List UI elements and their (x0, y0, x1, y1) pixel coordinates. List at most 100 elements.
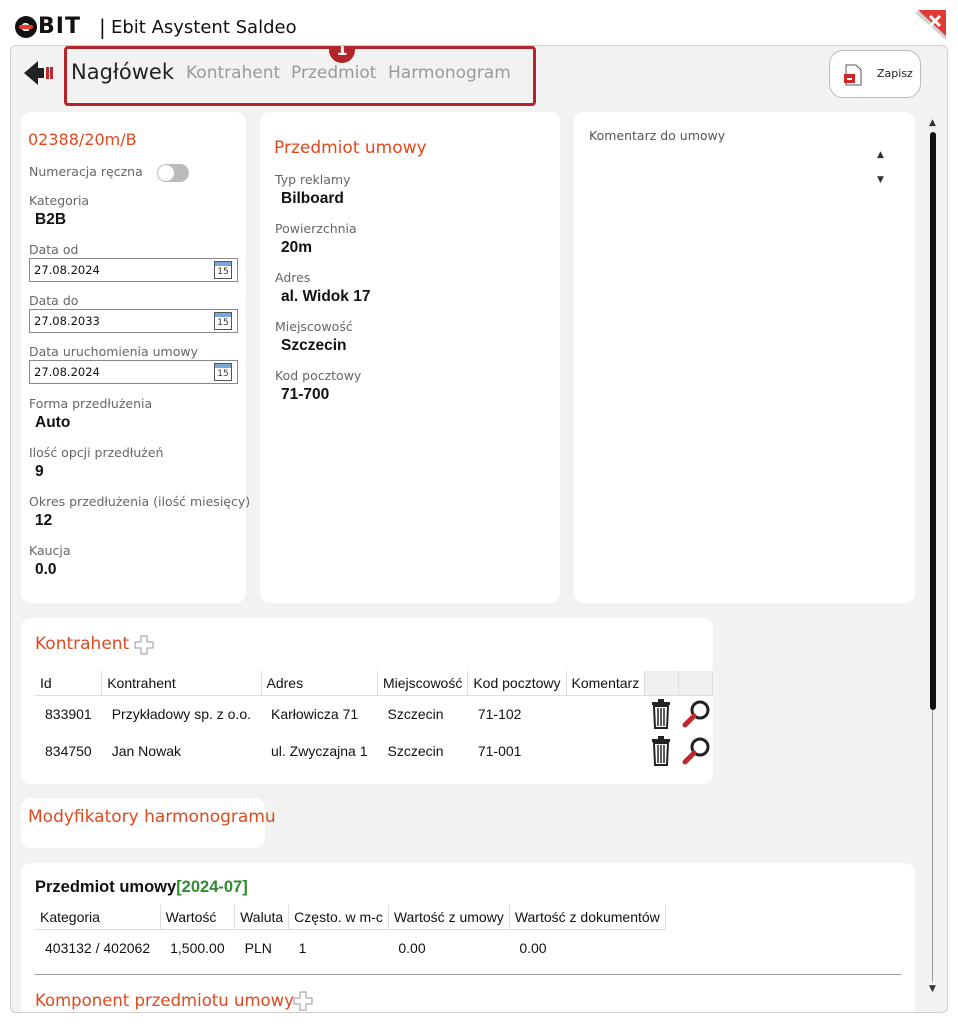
col-comment: Komentarz (566, 671, 646, 696)
table-row[interactable]: 834750 Jan Nowak ul. Zwyczajna 1 Szczeci… (35, 732, 713, 769)
scrollbar-track[interactable] (932, 710, 933, 982)
scroll-down-icon[interactable]: ▼ (877, 175, 884, 185)
title-bar: e BIT | Ebit Asystent Saldeo (0, 0, 958, 44)
close-icon (914, 10, 946, 40)
cell-comment (566, 695, 645, 732)
schedule-table: Kategoria Wartość Waluta Często. w m-c W… (35, 905, 666, 966)
col-id: Id (35, 671, 103, 696)
scroll-down-icon[interactable]: ▼ (929, 984, 936, 994)
postal-label: Kod pocztowy (275, 368, 362, 383)
calendar-icon[interactable]: 15 (214, 261, 232, 279)
app-title: Ebit Asystent Saldeo (111, 17, 297, 38)
city-label: Miejscowość (275, 319, 353, 334)
cell-frequency: 1 (298, 939, 307, 956)
magnifier-icon[interactable] (681, 736, 711, 766)
contractors-title: Kontrahent (35, 634, 130, 654)
address-label: Adres (275, 270, 311, 285)
trash-icon[interactable] (651, 735, 671, 766)
extension-form-label: Forma przedłużenia (29, 396, 153, 411)
cell-id: 833901 (45, 705, 92, 722)
calendar-icon[interactable]: 15 (214, 312, 232, 330)
ad-type-label: Typ reklamy (275, 172, 351, 187)
back-arrow-icon (24, 61, 53, 85)
date-from-value: 27.08.2024 (34, 263, 100, 277)
date-from-field[interactable]: 27.08.2024 15 (29, 258, 238, 282)
cell-postal: 71-102 (477, 705, 522, 722)
deposit-value: 0.0 (35, 561, 57, 578)
cell-contract-value: 0.00 (398, 939, 426, 956)
main-frame: 1 Nagłówek Kontrahent Przedmiot Harmonog… (10, 45, 948, 1013)
schedule-period: [2024-07] (176, 878, 248, 896)
cell-city: Szczecin (387, 742, 444, 759)
cell-name: Jan Nowak (111, 742, 181, 759)
ad-type-value: Bilboard (281, 190, 344, 207)
divider (35, 974, 901, 975)
save-label: Zapisz (877, 67, 913, 80)
header-card: 02388/20m/B Numeracja ręczna Kategoria B… (21, 112, 250, 603)
scroll-up-icon[interactable]: ▲ (877, 150, 884, 160)
cell-address: ul. Zwyczajna 1 (271, 742, 368, 759)
modifiers-card[interactable]: Modyfikatory harmonogramu (21, 798, 276, 848)
start-date-value: 27.08.2024 (34, 365, 100, 379)
cell-currency: PLN (244, 939, 272, 956)
col-currency: Waluta (234, 905, 290, 930)
date-to-value: 27.08.2033 (34, 314, 100, 328)
start-date-field[interactable]: 27.08.2024 15 (29, 360, 238, 384)
back-button[interactable] (22, 59, 56, 87)
col-contractor: Kontrahent (101, 671, 262, 696)
schedule-card: Przedmiot umowy[2024-07] Kategoria Warto… (21, 863, 915, 1012)
area-value: 20m (281, 239, 313, 256)
cell-comment (566, 732, 645, 769)
category-value: B2B (35, 211, 67, 228)
table-row[interactable]: 833901 Przykładowy sp. z o.o. Karłowicza… (35, 695, 713, 732)
subject-card: Przedmiot umowy Typ reklamy Bilboard Pow… (260, 112, 560, 603)
cell-doc-value: 0.00 (519, 939, 547, 956)
table-row[interactable]: 403132 / 402062 1,500.00 PLN 1 0.00 0.00 (35, 929, 665, 966)
close-button[interactable] (912, 10, 946, 40)
subject-title: Przedmiot umowy (274, 138, 427, 158)
start-date-label: Data uruchomienia umowy (29, 344, 198, 359)
manual-numbering-label: Numeracja ręczna (29, 164, 143, 179)
calendar-icon[interactable]: 15 (214, 363, 232, 381)
cell-postal: 71-001 (477, 742, 522, 759)
col-doc-value: Wartość z dokumentów (509, 905, 666, 930)
scrollbar-thumb[interactable] (930, 132, 936, 710)
schedule-title-text: Przedmiot umowy (35, 878, 177, 896)
tab-harmonogram[interactable]: Harmonogram (388, 63, 511, 83)
save-button[interactable]: Zapisz (829, 50, 921, 98)
tab-przedmiot[interactable]: Przedmiot (291, 63, 376, 83)
vertical-scrollbar[interactable]: ▲ ▼ (927, 112, 941, 994)
schedule-title: Przedmiot umowy[2024-07] (35, 878, 248, 897)
cell-id: 834750 (45, 742, 92, 759)
scroll-up-icon[interactable]: ▲ (929, 118, 936, 128)
extension-period-value: 12 (35, 512, 53, 529)
add-component-icon[interactable] (293, 991, 313, 1011)
cell-city: Szczecin (387, 705, 444, 722)
area-label: Powierzchnia (275, 221, 357, 236)
cell-value: 1,500.00 (170, 939, 225, 956)
col-address: Adres (261, 671, 378, 696)
city-value: Szczecin (281, 337, 347, 354)
magnifier-icon[interactable] (681, 699, 711, 729)
trash-icon[interactable] (651, 698, 671, 729)
extension-options-label: Ilość opcji przedłużeń (29, 445, 164, 460)
step-badge: 1 (329, 46, 355, 63)
manual-numbering-toggle[interactable] (157, 164, 189, 182)
comment-card[interactable]: Komentarz do umowy ▲ ▼ (574, 112, 915, 603)
comment-label: Komentarz do umowy (589, 128, 726, 143)
save-pdf-icon (844, 64, 862, 86)
cell-address: Karłowicza 71 (271, 705, 359, 722)
tab-naglowek[interactable]: Nagłówek (71, 60, 174, 84)
component-title: Komponent przedmiotu umowy (35, 991, 294, 1010)
col-value: Wartość (160, 905, 236, 930)
date-to-field[interactable]: 27.08.2033 15 (29, 309, 238, 333)
add-contractor-icon[interactable] (134, 635, 154, 655)
col-frequency: Często. w m-c (288, 905, 389, 930)
extension-options-value: 9 (35, 463, 44, 480)
modifiers-title: Modyfikatory harmonogramu (28, 807, 276, 827)
extension-period-label: Okres przedłużenia (ilość miesięcy) (29, 494, 251, 509)
postal-value: 71-700 (281, 386, 330, 403)
address-value: al. Widok 17 (281, 288, 371, 305)
extension-form-value: Auto (35, 414, 71, 431)
tab-kontrahent[interactable]: Kontrahent (186, 63, 280, 83)
